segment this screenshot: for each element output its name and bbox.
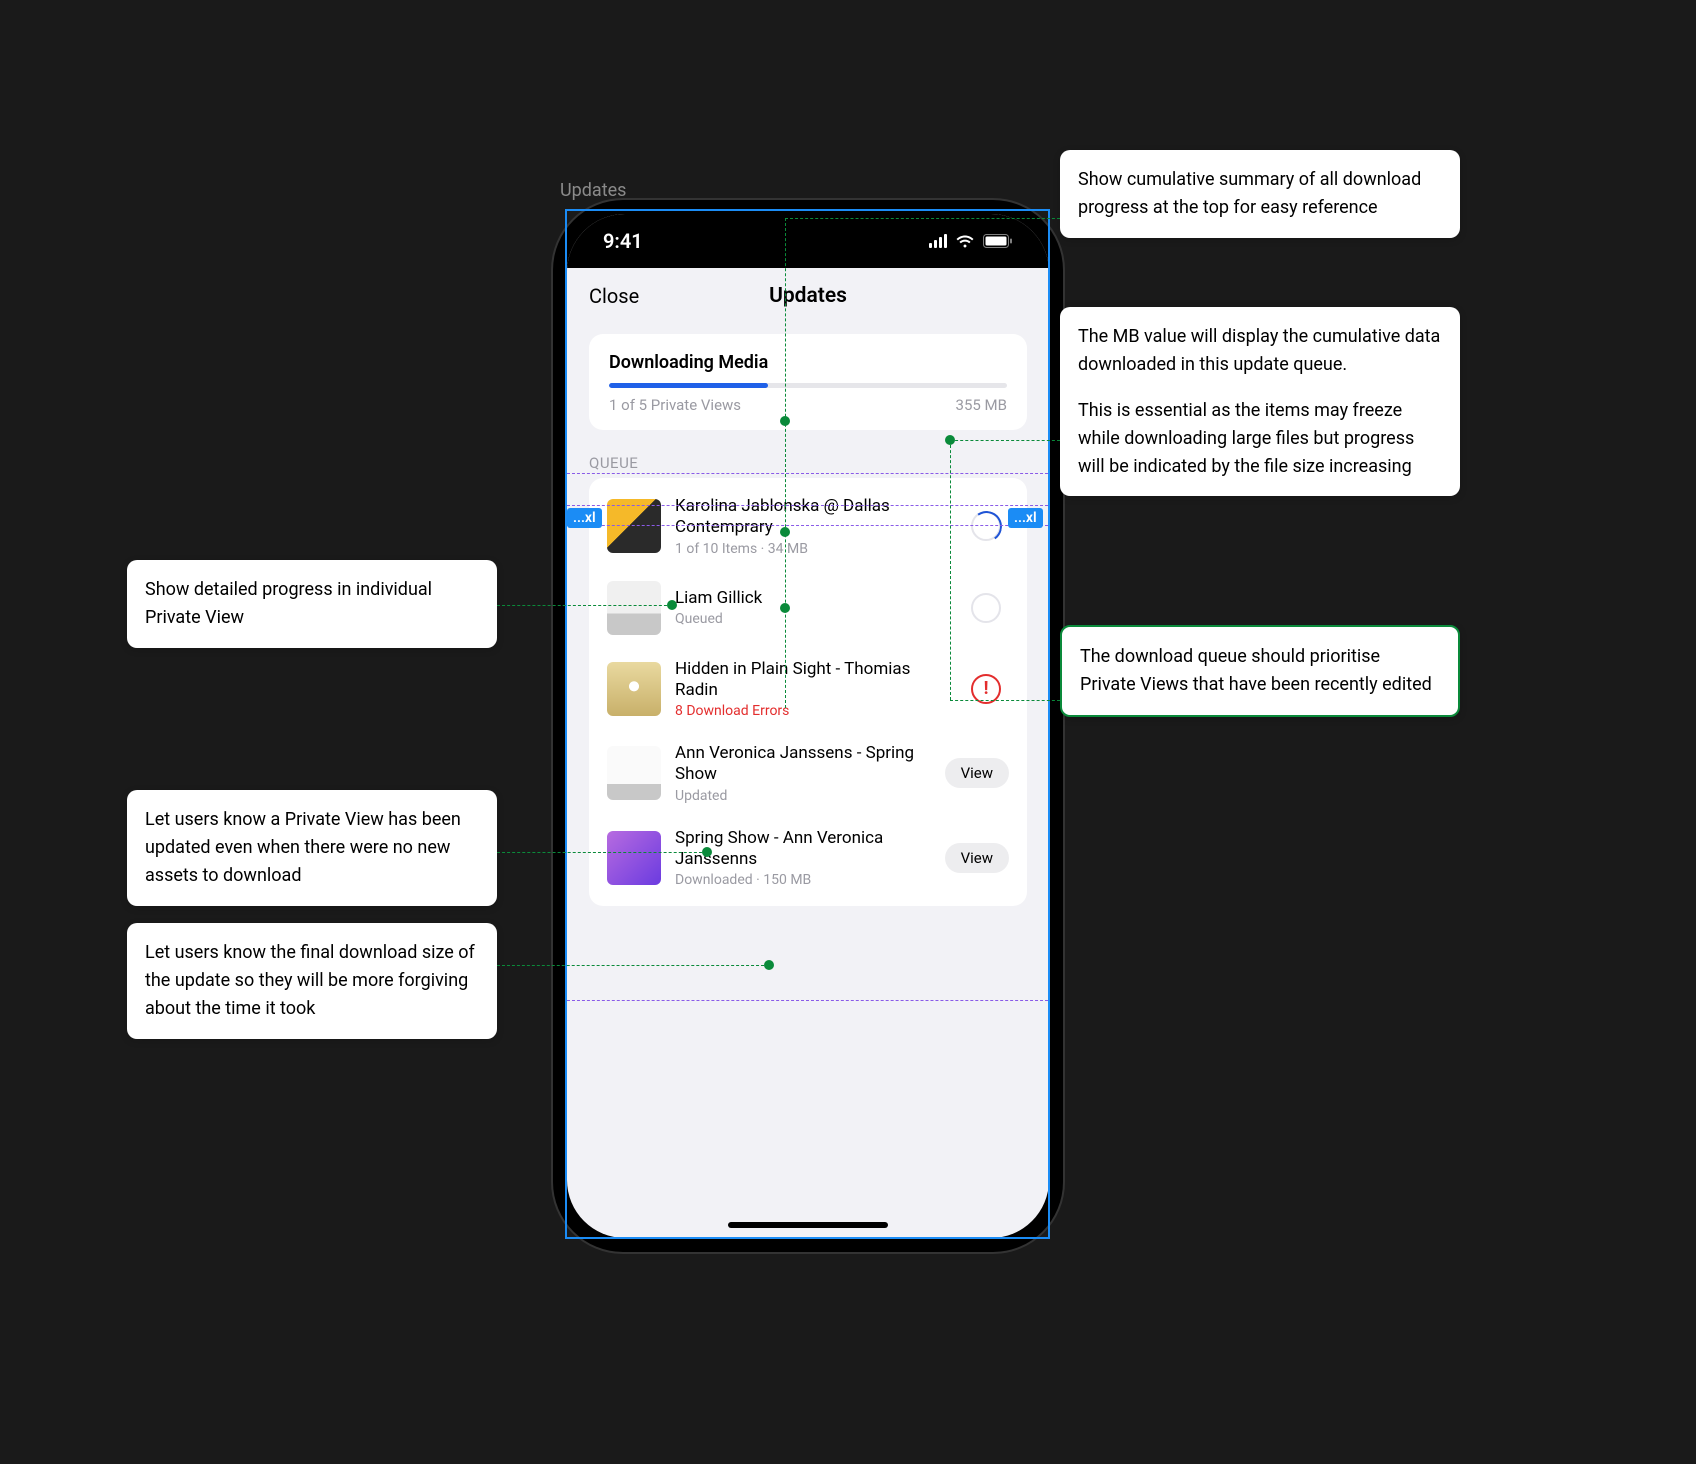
annotation-card[interactable]: Let users know the final download size o… xyxy=(127,923,497,1039)
row-title: Hidden in Plain Sight - Thomias Radin xyxy=(675,659,949,702)
summary-views-count: 1 of 5 Private Views xyxy=(609,396,741,414)
annotation-card-priority[interactable]: The download queue should prioritise Pri… xyxy=(1060,625,1460,717)
thumbnail xyxy=(607,831,661,885)
annotation-card[interactable]: Let users know a Private View has been u… xyxy=(127,790,497,906)
row-subtitle-error: 8 Download Errors xyxy=(675,703,949,719)
progress-bar xyxy=(609,383,1007,388)
home-indicator xyxy=(728,1222,888,1228)
thumbnail xyxy=(607,499,661,553)
error-icon: ! xyxy=(971,674,1001,704)
queue-row[interactable]: Liam Gillick Queued xyxy=(589,569,1027,647)
status-icons xyxy=(929,234,1013,248)
status-time: 9:41 xyxy=(603,229,643,253)
annotation-card[interactable]: Show cumulative summary of all download … xyxy=(1060,150,1460,238)
battery-icon xyxy=(983,234,1013,248)
status-bar: 9:41 xyxy=(567,214,1049,268)
row-subtitle: Updated xyxy=(675,788,931,804)
row-title: Karolina Jablonska @ Dallas Contemprary xyxy=(675,496,949,539)
phone-frame: 9:41 Close Updates Downloading Media 1 o… xyxy=(553,200,1063,1252)
progress-bar-fill xyxy=(609,383,768,388)
queue-row[interactable]: Spring Show - Ann Veronica Janssenns Dow… xyxy=(589,816,1027,901)
download-spinner-icon xyxy=(971,511,1001,541)
annotation-card[interactable]: The MB value will display the cumulative… xyxy=(1060,307,1460,496)
annotation-text: Show cumulative summary of all download … xyxy=(1078,166,1442,222)
queue-row[interactable]: Hidden in Plain Sight - Thomias Radin 8 … xyxy=(589,647,1027,732)
queue-list: Karolina Jablonska @ Dallas Contemprary … xyxy=(589,478,1027,906)
annotation-text: The MB value will display the cumulative… xyxy=(1078,323,1442,379)
row-title: Liam Gillick xyxy=(675,588,949,609)
close-button[interactable]: Close xyxy=(589,284,639,308)
nav-bar: Close Updates xyxy=(567,268,1049,324)
view-button[interactable]: View xyxy=(945,758,1009,788)
annotation-text: Let users know a Private View has been u… xyxy=(145,806,479,890)
row-title: Spring Show - Ann Veronica Janssenns xyxy=(675,828,931,871)
phone-screen: 9:41 Close Updates Downloading Media 1 o… xyxy=(567,214,1049,1238)
annotation-text: Show detailed progress in individual Pri… xyxy=(145,576,479,632)
annotation-text: The download queue should prioritise Pri… xyxy=(1080,643,1440,699)
canvas-frame-label: Updates xyxy=(560,180,626,201)
row-subtitle: 1 of 10 Items · 34 MB xyxy=(675,541,949,557)
queue-row[interactable]: Ann Veronica Janssens - Spring Show Upda… xyxy=(589,731,1027,816)
summary-title: Downloading Media xyxy=(609,352,1007,373)
annotation-text: This is essential as the items may freez… xyxy=(1078,397,1442,481)
row-subtitle: Queued xyxy=(675,611,949,627)
annotation-card[interactable]: Show detailed progress in individual Pri… xyxy=(127,560,497,648)
thumbnail xyxy=(607,662,661,716)
page-title: Updates xyxy=(567,284,1049,308)
queue-row[interactable]: Karolina Jablonska @ Dallas Contemprary … xyxy=(589,484,1027,569)
queue-section-header: QUEUE xyxy=(567,430,1049,478)
thumbnail xyxy=(607,581,661,635)
download-summary-card: Downloading Media 1 of 5 Private Views 3… xyxy=(589,334,1027,430)
queued-spinner-icon xyxy=(971,593,1001,623)
row-title: Ann Veronica Janssens - Spring Show xyxy=(675,743,931,786)
row-subtitle: Downloaded · 150 MB xyxy=(675,872,931,888)
annotation-text: Let users know the final download size o… xyxy=(145,939,479,1023)
summary-mb-value: 355 MB xyxy=(956,396,1007,414)
wifi-icon xyxy=(955,234,975,248)
thumbnail xyxy=(607,746,661,800)
view-button[interactable]: View xyxy=(945,843,1009,873)
cellular-signal-icon xyxy=(929,234,947,248)
